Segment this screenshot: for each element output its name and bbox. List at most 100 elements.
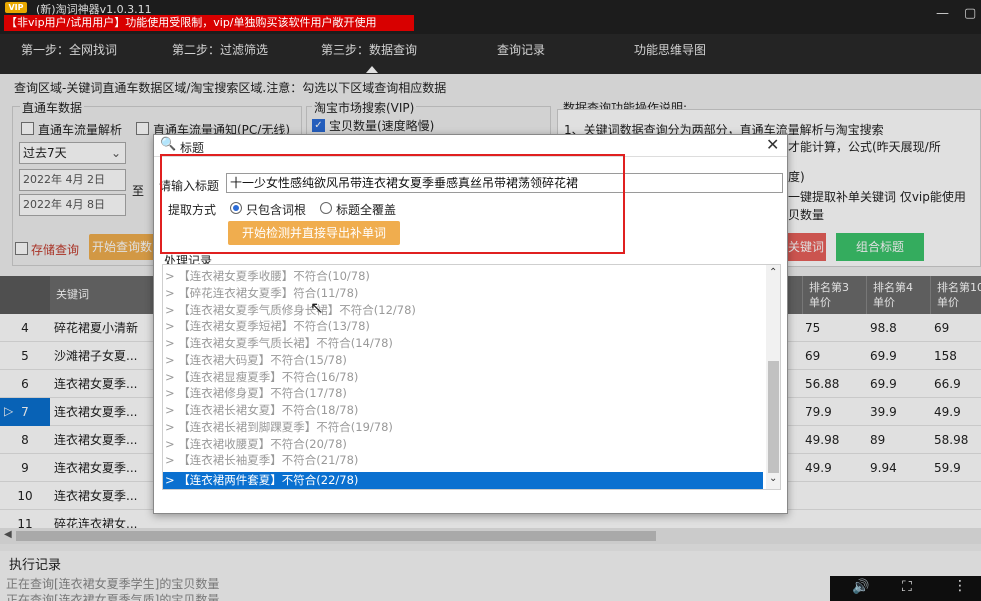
baby-count-label: 宝贝数量(速度略慢)	[329, 119, 435, 133]
row-rank10: 66.9	[934, 377, 961, 391]
execution-log-line: 正在查询[连衣裙女夏季气质]的宝贝数量	[6, 593, 220, 601]
row-number: 10	[17, 489, 33, 503]
help-line-5: 贝数量	[788, 208, 825, 222]
scroll-up-icon[interactable]: ⌃	[769, 267, 777, 278]
row-number: 11	[17, 517, 33, 530]
row-rank3: 56.88	[805, 377, 840, 391]
log-line[interactable]: > 【连衣裙长袖夏季】不符合(21/78)	[163, 452, 763, 469]
fullscreen-icon[interactable]: ⛶	[902, 579, 912, 595]
ztc-channel-checkbox[interactable]	[136, 122, 149, 135]
log-line[interactable]: > 【连衣裙收腰夏】不符合(20/78)	[163, 436, 763, 453]
horizontal-scrollbar[interactable]: ◀	[0, 528, 981, 544]
log-line[interactable]: > 【连衣裙女夏季短裙】不符合(13/78)	[163, 318, 763, 335]
scroll-thumb[interactable]	[16, 531, 656, 541]
volume-icon[interactable]: 🔊	[852, 579, 869, 595]
scroll-left-icon[interactable]: ◀	[4, 529, 12, 540]
row-number: 9	[21, 461, 29, 475]
close-icon[interactable]: ✕	[766, 135, 779, 154]
date-from-picker[interactable]: 2022年 4月 2日	[19, 169, 126, 191]
execution-log-title: 执行记录	[9, 558, 62, 573]
row-rank10: 59.9	[934, 461, 961, 475]
active-tab-indicator	[366, 66, 378, 73]
log-text: 【连衣裙收腰夏】不符合(20/78)	[178, 436, 347, 451]
row-rank4: 9.94	[870, 461, 897, 475]
ztc-group-title: 直通车数据	[20, 99, 85, 116]
log-text: 【连衣裙两件套夏】不符合(22/78)	[178, 473, 359, 487]
log-text: 【连衣裙女夏季气质修身长裙】不符合(12/78)	[178, 302, 416, 317]
log-text: 【连衣裙修身夏】不符合(17/78)	[178, 386, 347, 401]
log-line[interactable]: > 【碎花连衣裙女夏季】符合(11/78)	[163, 285, 763, 302]
tab-step1[interactable]: 第一步：全网找词	[21, 41, 117, 58]
combine-title-button[interactable]: 组合标题	[836, 233, 924, 261]
row-rank4: 98.8	[870, 321, 897, 335]
row-keyword: 连衣裙女夏季...	[54, 377, 138, 391]
tab-step2[interactable]: 第二步：过滤筛选	[172, 41, 268, 58]
log-line[interactable]: > 【连衣裙女夏季气质长裙】不符合(14/78)	[163, 335, 763, 352]
row-keyword: 碎花连衣裙女...	[54, 517, 138, 530]
log-text: 【连衣裙显瘦夏季】不符合(16/78)	[178, 369, 359, 384]
log-text: 【连衣裙长裙到脚踝夏季】不符合(19/78)	[178, 419, 393, 434]
log-text: 【连衣裙长裙女夏】不符合(18/78)	[178, 403, 359, 417]
log-line[interactable]: > 【连衣裙修身夏】不符合(17/78)	[163, 385, 763, 402]
row-rank4: 69.9	[870, 349, 897, 363]
log-line[interactable]: > 【连衣裙长裙女夏】不符合(18/78)	[163, 402, 763, 419]
main-nav	[0, 34, 981, 74]
row-rank10: 58.98	[934, 433, 969, 447]
log-text: 【碎花连衣裙女夏季】符合(11/78)	[178, 285, 359, 300]
row-rank4: 89	[870, 433, 886, 447]
tab-mindmap[interactable]: 功能思维导图	[634, 41, 706, 58]
row-keyword: 碎花裙夏小清新	[54, 321, 139, 335]
log-scrollbar[interactable]: ⌃ ⌄	[766, 265, 780, 489]
log-text: 【连衣裙女夏季气质长裙】不符合(14/78)	[178, 336, 393, 350]
period-select[interactable]: 过去7天 ⌄	[19, 142, 126, 164]
log-line[interactable]: > 【连衣裙女夏季收腰】不符合(10/78)	[163, 268, 763, 285]
log-line-selected[interactable]: > 【连衣裙两件套夏】不符合(22/78)	[163, 472, 763, 489]
baby-count-checkbox[interactable]: ✓	[312, 119, 325, 132]
log-text: 【连衣裙长袖夏季】不符合(21/78)	[178, 453, 359, 468]
period-value: 过去7天	[23, 146, 67, 160]
vip-notice: 【非vip用户/试用用户】功能使用受限制，vip/单独购买该软件用户敞开使用	[4, 15, 414, 31]
maximize-icon[interactable]: ▢	[964, 6, 976, 21]
save-query-checkbox[interactable]	[15, 242, 28, 255]
row-number: 7	[21, 405, 29, 419]
row-rank10: 158	[934, 349, 957, 363]
ztc-flow-checkbox[interactable]	[21, 122, 34, 135]
save-query-label: 存储查询	[31, 243, 80, 257]
more-options-icon[interactable]: ⋮	[953, 578, 967, 594]
search-icon: 🔍	[160, 137, 177, 152]
row-keyword: 连衣裙女夏季...	[54, 489, 138, 503]
log-text: 【连衣裙女夏季收腰】不符合(10/78)	[178, 269, 370, 283]
start-query-button[interactable]: 开始查询数	[89, 234, 155, 260]
tab-step3[interactable]: 第三步：数据查询	[321, 41, 417, 58]
row-rank3: 49.9	[805, 461, 832, 475]
log-line[interactable]: > 【连衣裙女夏季气质修身长裙】不符合(12/78)	[163, 302, 763, 319]
scroll-down-icon[interactable]: ⌄	[769, 473, 777, 484]
date-to-picker[interactable]: 2022年 4月 8日	[19, 194, 126, 216]
log-text: 【连衣裙女夏季短裙】不符合(13/78)	[178, 319, 370, 334]
log-line[interactable]: > 【连衣裙大码夏】不符合(15/78)	[163, 352, 763, 369]
row-keyword: 沙滩裙子女夏...	[54, 349, 138, 363]
header-rank4-price[interactable]: 排名第4 单价	[866, 276, 930, 314]
ztc-flow-label: 直通车流量解析	[38, 123, 123, 137]
row-rank4: 69.9	[870, 377, 897, 391]
row-rank4: 39.9	[870, 405, 897, 419]
row-keyword: 连衣裙女夏季...	[54, 461, 138, 475]
header-num	[0, 276, 50, 314]
help-line-3: 度)	[788, 170, 805, 184]
row-rank10: 49.9	[934, 405, 961, 419]
row-rank3: 49.98	[805, 433, 840, 447]
chevron-down-icon: ⌄	[110, 146, 121, 160]
tab-history[interactable]: 查询记录	[497, 41, 545, 58]
process-log-list: > 【连衣裙女夏季收腰】不符合(10/78) > 【碎花连衣裙女夏季】符合(11…	[162, 264, 781, 490]
minimize-icon[interactable]: —	[936, 6, 949, 21]
log-line[interactable]: > 【连衣裙长裙到脚踝夏季】不符合(19/78)	[163, 419, 763, 436]
highlight-box	[160, 154, 625, 254]
row-number: 5	[21, 349, 29, 363]
keyword-button[interactable]: 关键词	[786, 233, 826, 261]
help-line-4: 一键提取补单关键词 仅vip能使用	[788, 190, 966, 204]
header-rank3-price[interactable]: 排名第3 单价	[802, 276, 866, 314]
log-line[interactable]: > 【连衣裙显瘦夏季】不符合(16/78)	[163, 369, 763, 386]
log-scroll-thumb[interactable]	[768, 361, 779, 473]
header-rank10-price[interactable]: 排名第10 单价	[930, 276, 981, 314]
help-line-2: 才能计算，公式(昨天展现/所	[788, 140, 941, 154]
